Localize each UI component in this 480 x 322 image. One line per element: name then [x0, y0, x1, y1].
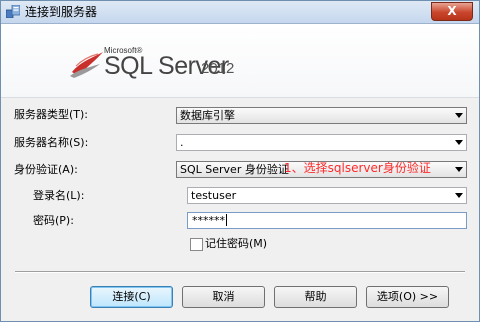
product-year: 2012: [201, 60, 235, 77]
server-name-select[interactable]: .: [176, 134, 467, 151]
server-connect-icon: [6, 5, 20, 18]
close-icon: X: [447, 4, 457, 18]
auth-value: SQL Server 身份验证: [180, 163, 289, 176]
title-bar[interactable]: 连接到服务器 X: [1, 1, 479, 24]
connect-dialog: 连接到服务器 X Microsoft® SQL Server 2012 服务器类…: [0, 0, 480, 322]
password-value: ******: [192, 214, 225, 227]
product-banner: Microsoft® SQL Server 2012: [1, 24, 479, 98]
server-name-value: .: [180, 136, 184, 149]
divider: [15, 271, 465, 273]
login-label: 登录名(L):: [33, 189, 85, 202]
help-button[interactable]: 帮助: [274, 286, 357, 308]
close-button[interactable]: X: [431, 2, 473, 21]
chevron-down-icon: [455, 140, 463, 145]
connect-button[interactable]: 连接(C): [90, 286, 173, 308]
password-label: 密码(P):: [33, 214, 74, 227]
options-button[interactable]: 选项(O) >>: [366, 286, 449, 308]
text-caret: [226, 214, 227, 226]
chevron-down-icon: [455, 113, 463, 118]
server-name-label: 服务器名称(S):: [14, 136, 89, 149]
login-value: testuser: [191, 189, 237, 202]
remember-password-checkbox[interactable]: [190, 238, 203, 251]
server-type-value: 数据库引擎: [180, 109, 235, 122]
cancel-button[interactable]: 取消: [182, 286, 265, 308]
remember-password-label[interactable]: 记住密码(M): [205, 237, 267, 251]
auth-label: 身份验证(A):: [14, 163, 78, 176]
server-type-select[interactable]: 数据库引擎: [176, 107, 467, 124]
sql-server-logo-icon: [70, 52, 103, 78]
server-type-label: 服务器类型(T):: [14, 108, 89, 121]
login-select[interactable]: testuser: [187, 187, 467, 204]
password-input[interactable]: ******: [187, 212, 467, 229]
window-title: 连接到服务器: [25, 5, 98, 19]
chevron-down-icon: [455, 167, 463, 172]
chevron-down-icon: [455, 193, 463, 198]
annotation-text: 1、选择sqlserver身份验证: [284, 161, 431, 175]
